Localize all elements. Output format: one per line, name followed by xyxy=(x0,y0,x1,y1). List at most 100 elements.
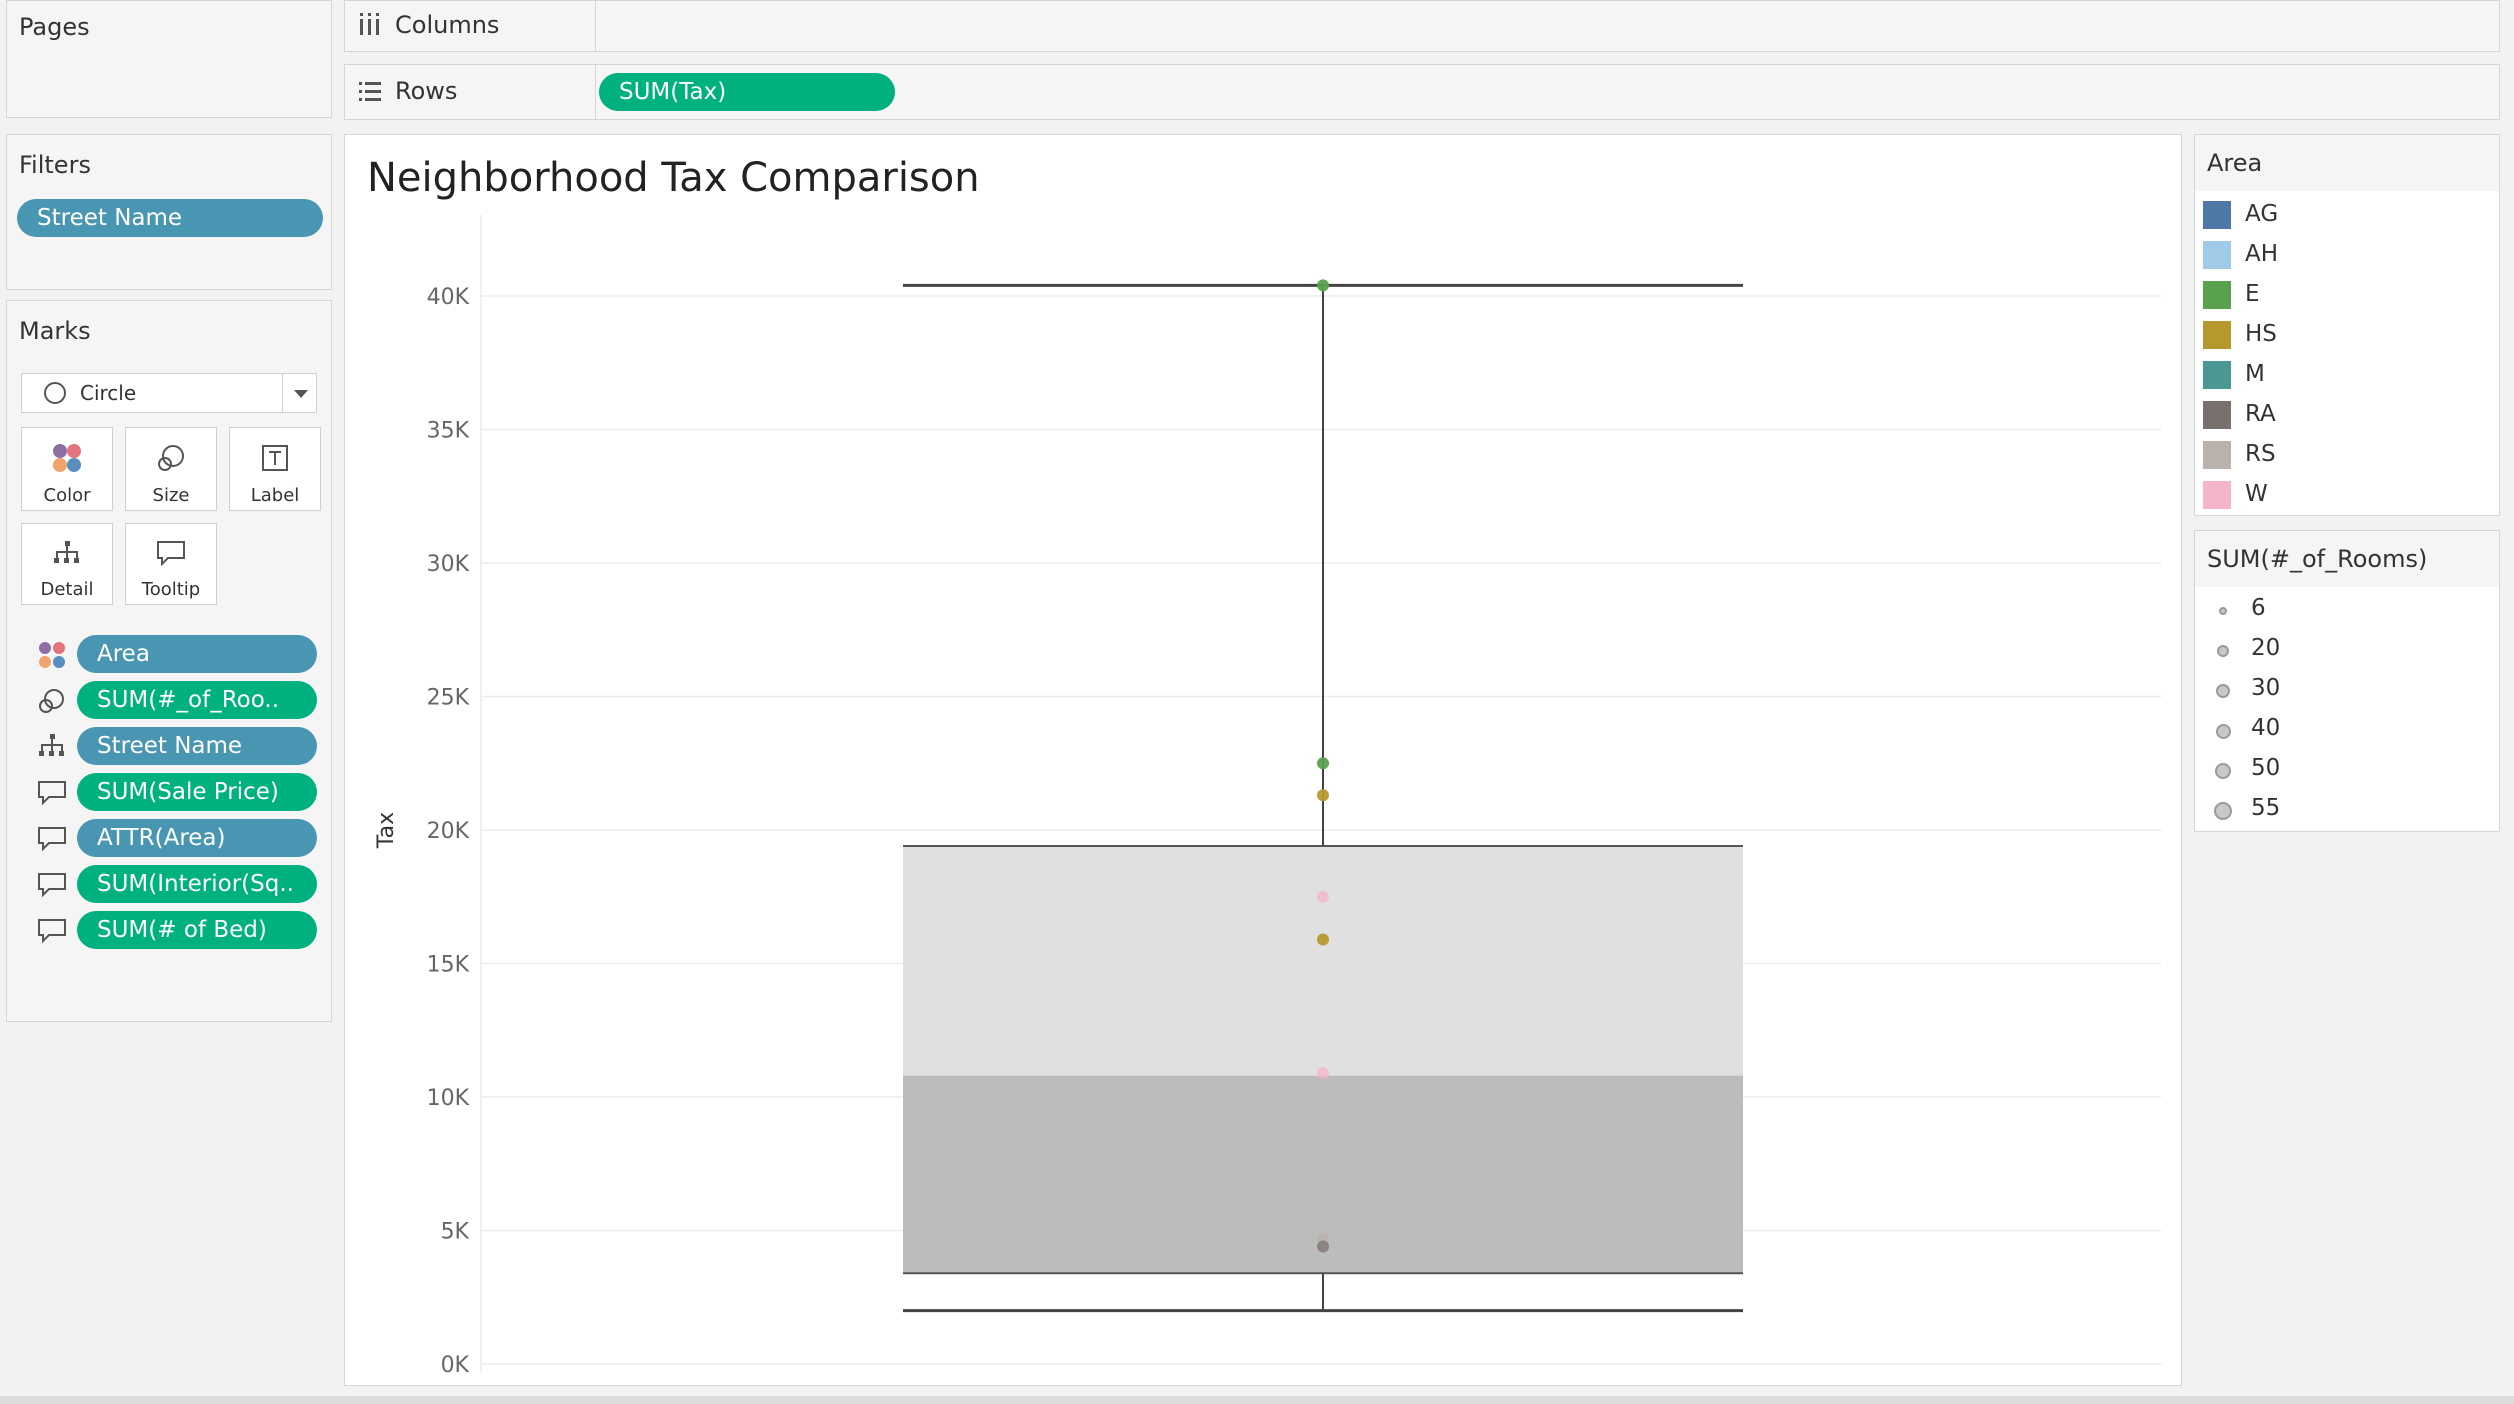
color-swatch xyxy=(2203,401,2231,429)
rows-shelf: Rows SUM(Tax) xyxy=(344,64,2500,120)
size-legend-label: 20 xyxy=(2251,635,2281,661)
y-tick-label: 5K xyxy=(441,1220,470,1245)
color-icon xyxy=(22,440,112,476)
area-legend-label: AH xyxy=(2245,241,2279,267)
tooltip-icon xyxy=(37,779,67,807)
size-circle-icon xyxy=(2217,645,2229,657)
detail-card[interactable]: Detail xyxy=(21,523,113,605)
color-swatch xyxy=(2203,481,2231,509)
size-circle-icon xyxy=(2216,684,2230,698)
data-point[interactable] xyxy=(1317,890,1329,903)
data-point[interactable] xyxy=(1317,279,1329,292)
columns-icon xyxy=(360,13,379,35)
tooltip-card[interactable]: Tooltip xyxy=(125,523,217,605)
y-tick-label: 0K xyxy=(441,1353,470,1378)
size-card-label: Size xyxy=(152,485,190,506)
size-circle-icon xyxy=(2214,802,2232,820)
color-swatch xyxy=(2203,201,2231,229)
area-legend-label: RA xyxy=(2245,401,2276,427)
pages-title: Pages xyxy=(19,13,90,41)
size-legend-label: 50 xyxy=(2251,755,2281,781)
sheet-tab-strip xyxy=(0,1396,2514,1404)
tooltip-icon xyxy=(37,917,67,945)
label-card[interactable]: Label xyxy=(229,427,321,511)
color-card-label: Color xyxy=(43,485,91,506)
detail-card-label: Detail xyxy=(40,579,94,600)
y-tick-label: 15K xyxy=(427,953,470,978)
size-card[interactable]: Size xyxy=(125,427,217,511)
mark-type-dropdown[interactable]: Circle xyxy=(21,373,317,413)
area-legend: Area AG AH E HS M RA RS W xyxy=(2194,134,2500,516)
rows-label-area: Rows xyxy=(345,65,596,119)
y-tick-label: 30K xyxy=(427,552,470,577)
detail-icon xyxy=(37,733,67,761)
color-swatch xyxy=(2203,361,2231,389)
size-circle-icon xyxy=(2219,607,2227,615)
y-tick-label: 25K xyxy=(427,686,470,711)
rows-icon xyxy=(359,82,381,101)
data-point[interactable] xyxy=(1317,933,1329,946)
area-legend-label: M xyxy=(2245,361,2265,387)
data-point[interactable] xyxy=(1317,1066,1329,1079)
dropdown-divider xyxy=(282,374,283,412)
box-plot-chart: 0K 5K 10K 15K 20K 25K 30K 35K 40K Tax xyxy=(374,215,2161,1378)
color-swatch xyxy=(2203,281,2231,309)
columns-shelf: Columns xyxy=(344,0,2500,52)
mark-field-pill[interactable]: SUM(Interior(Sq.. xyxy=(77,865,317,903)
color-card[interactable]: Color xyxy=(21,427,113,511)
y-tick-label: 20K xyxy=(427,819,470,844)
mark-field-pill[interactable]: Area xyxy=(77,635,317,673)
mark-field-pill[interactable]: ATTR(Area) xyxy=(77,819,317,857)
size-legend-label: 40 xyxy=(2251,715,2281,741)
marks-title: Marks xyxy=(19,317,91,345)
tooltip-icon xyxy=(37,825,67,853)
area-legend-title: Area xyxy=(2207,149,2263,177)
columns-label-area: Columns xyxy=(345,1,596,51)
mark-field-pill[interactable]: SUM(# of Bed) xyxy=(77,911,317,949)
color-swatch xyxy=(2203,241,2231,269)
mark-field-pill[interactable]: SUM(Sale Price) xyxy=(77,773,317,811)
mark-field-pill[interactable]: Street Name xyxy=(77,727,317,765)
size-legend-label: 55 xyxy=(2251,795,2281,821)
rows-label: Rows xyxy=(395,77,458,105)
size-legend-label: 30 xyxy=(2251,675,2281,701)
box-upper-half xyxy=(903,846,1743,1076)
mark-field-pill[interactable]: SUM(#_of_Roo.. xyxy=(77,681,317,719)
data-point[interactable] xyxy=(1317,789,1329,802)
chevron-down-icon xyxy=(294,390,308,398)
area-legend-label: RS xyxy=(2245,441,2276,467)
data-point[interactable] xyxy=(1317,757,1329,770)
area-legend-label: HS xyxy=(2245,321,2277,347)
size-circle-icon xyxy=(2215,723,2231,739)
mark-type-label: Circle xyxy=(80,381,137,405)
tooltip-icon xyxy=(126,536,216,572)
y-tick-label: 40K xyxy=(427,285,470,310)
rooms-size-legend: SUM(#_of_Rooms) 6 20 30 40 50 55 xyxy=(2194,530,2500,832)
filter-pill-street-name[interactable]: Street Name xyxy=(17,199,323,237)
y-tick-label: 10K xyxy=(427,1086,470,1111)
size-icon xyxy=(37,687,67,715)
color-icon xyxy=(37,641,67,669)
area-legend-label: E xyxy=(2245,281,2260,307)
color-swatch xyxy=(2203,441,2231,469)
color-swatch xyxy=(2203,321,2231,349)
circle-icon xyxy=(44,382,66,404)
data-point[interactable] xyxy=(1317,1240,1329,1253)
filters-panel: Filters Street Name xyxy=(6,134,332,290)
filters-title: Filters xyxy=(19,151,91,179)
y-tick-label: 35K xyxy=(427,419,470,444)
rows-pill-sum-tax[interactable]: SUM(Tax) xyxy=(599,73,895,111)
tooltip-icon xyxy=(37,871,67,899)
chart-panel: Neighborhood Tax Comparison 0K 5K 10K 15K 20… xyxy=(344,134,2182,1386)
detail-icon xyxy=(22,536,112,572)
marks-panel: Marks Circle Color Size Label Detail Too… xyxy=(6,300,332,1022)
columns-label: Columns xyxy=(395,11,500,39)
label-card-label: Label xyxy=(250,485,300,506)
pages-panel: Pages xyxy=(6,0,332,118)
size-icon xyxy=(126,440,216,476)
tooltip-card-label: Tooltip xyxy=(141,579,201,600)
y-axis-title: Tax xyxy=(374,812,399,849)
area-legend-label: AG xyxy=(2245,201,2279,227)
size-legend-title: SUM(#_of_Rooms) xyxy=(2207,545,2428,573)
area-legend-label: W xyxy=(2245,481,2268,507)
